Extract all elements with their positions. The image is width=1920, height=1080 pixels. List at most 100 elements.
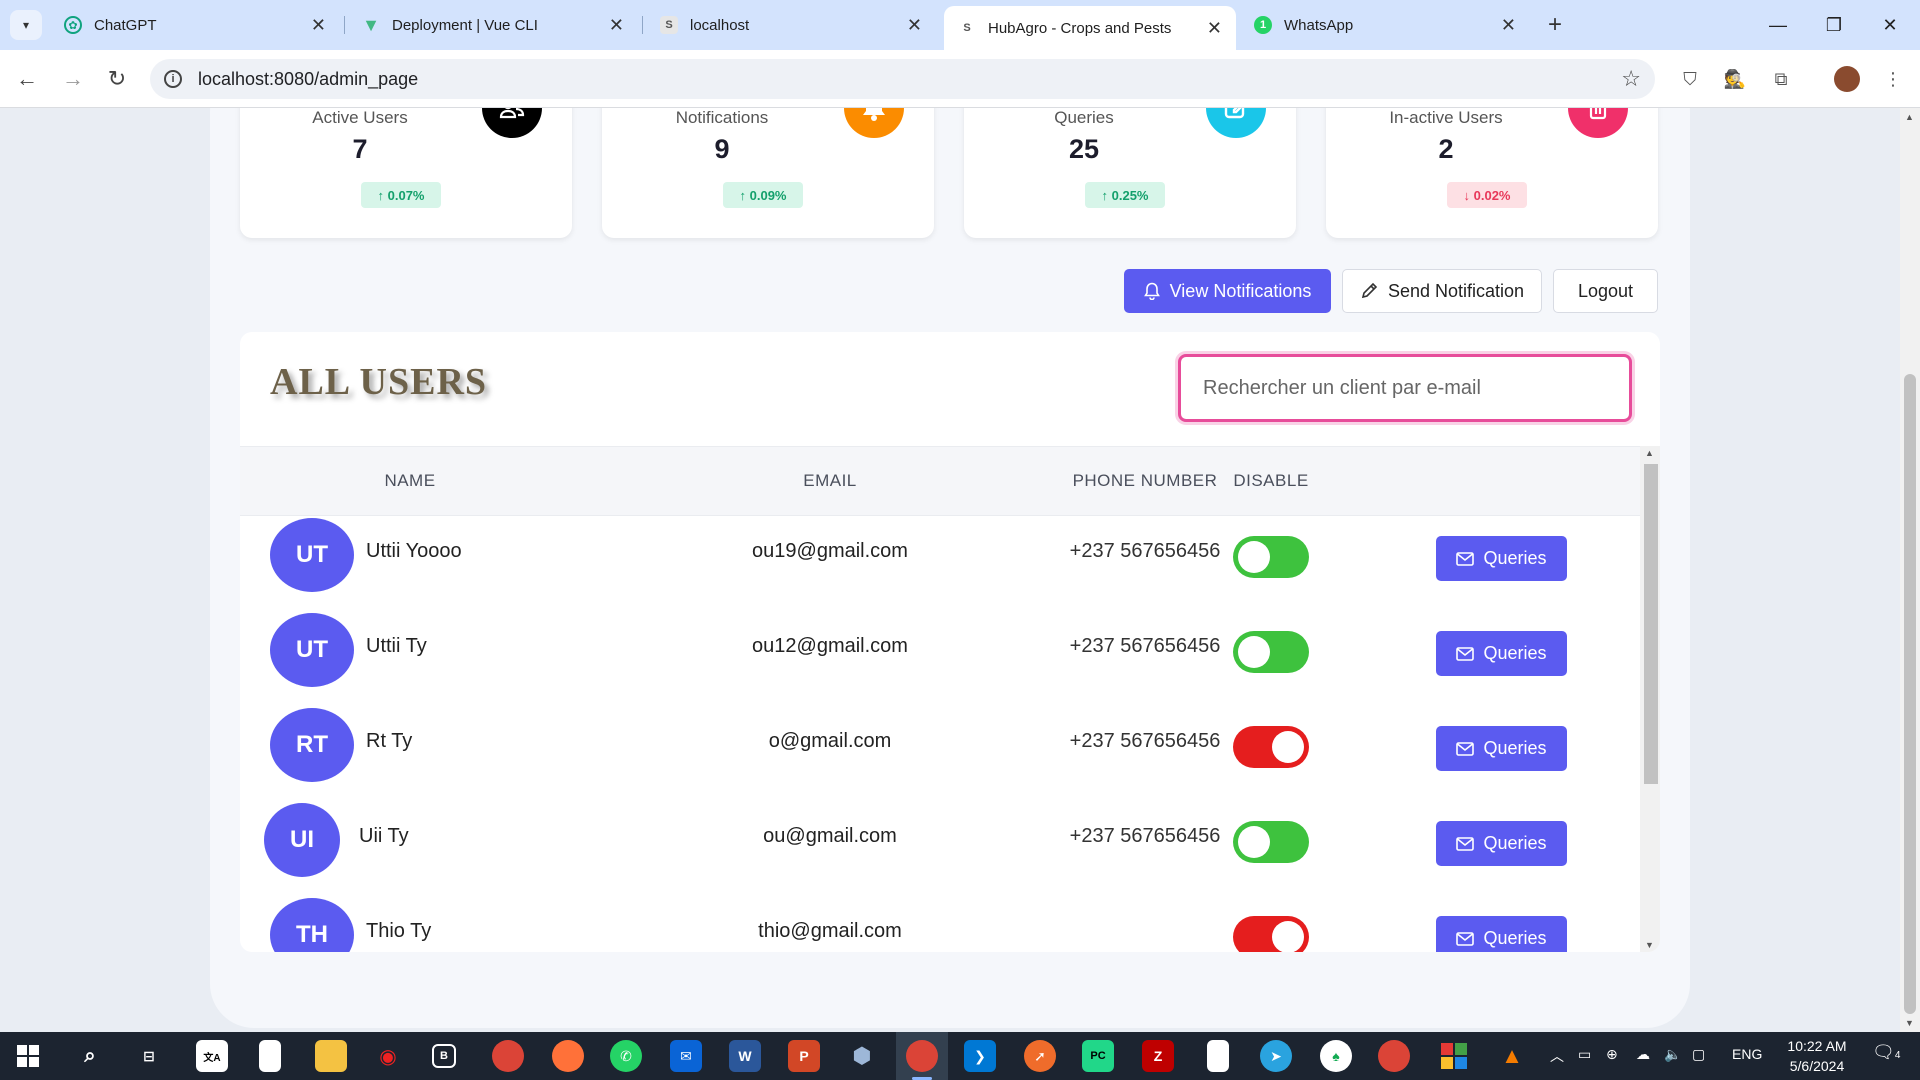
minimize-button[interactable]: — <box>1758 10 1798 40</box>
tab-vue-cli[interactable]: ▼ Deployment | Vue CLI ✕ <box>348 8 638 42</box>
disable-toggle[interactable] <box>1233 916 1309 952</box>
tab-hubagro[interactable]: S HubAgro - Crops and Pests ✕ <box>944 6 1236 50</box>
stat-change-value: 0.02% <box>1473 187 1511 203</box>
windows-start-icon[interactable] <box>12 1040 44 1072</box>
bookmark-star-icon[interactable]: ☆ <box>1621 66 1641 92</box>
task-view-icon[interactable]: ⊟ <box>133 1040 165 1072</box>
extensions-puzzle-icon[interactable]: ⧉ <box>1768 66 1794 92</box>
vscode-icon[interactable]: ❯ <box>964 1040 996 1072</box>
calculator-icon[interactable]: B <box>432 1044 456 1068</box>
table-row: UT Uttii Ty ou12@gmail.com +237 56765645… <box>240 611 1640 706</box>
user-name: Uttii Yoooo <box>366 540 462 562</box>
color-grid-app-icon[interactable] <box>1438 1040 1470 1072</box>
stat-change-badge: ↓ 0.02% <box>1447 182 1527 208</box>
screen-recorder-icon[interactable]: ◉ <box>372 1040 404 1072</box>
word-icon[interactable]: W <box>729 1040 761 1072</box>
user-email: o@gmail.com <box>768 730 892 752</box>
queries-button[interactable]: Queries <box>1436 536 1567 581</box>
profile-avatar[interactable] <box>1834 66 1860 92</box>
stat-label: Active Users <box>312 108 408 127</box>
envelope-icon <box>1456 741 1475 756</box>
close-tab-icon[interactable]: ✕ <box>311 15 326 36</box>
disable-toggle[interactable] <box>1233 821 1309 863</box>
logout-button[interactable]: Logout <box>1553 269 1658 313</box>
table-body: UT Uttii Yoooo ou19@gmail.com +237 56765… <box>240 516 1640 952</box>
tab-localhost[interactable]: S localhost ✕ <box>646 8 936 42</box>
language-indicator[interactable]: ENG <box>1732 1046 1762 1062</box>
whatsapp-icon[interactable]: ✆ <box>610 1040 642 1072</box>
chrome-profile-icon[interactable] <box>1378 1040 1410 1072</box>
chrome-icon[interactable] <box>492 1040 524 1072</box>
document-icon[interactable] <box>1207 1040 1229 1072</box>
toggle-knob <box>1238 826 1270 858</box>
search-input[interactable] <box>1178 354 1632 422</box>
firefox-icon[interactable] <box>552 1040 584 1072</box>
send-notification-button[interactable]: Send Notification <box>1342 269 1542 313</box>
address-bar[interactable]: i localhost:8080/admin_page ☆ <box>150 59 1655 99</box>
tab-chatgpt[interactable]: ✿ ChatGPT ✕ <box>50 8 340 42</box>
translate-app-icon[interactable]: 文A <box>196 1040 228 1072</box>
close-tab-icon[interactable]: ✕ <box>907 15 922 36</box>
logout-label: Logout <box>1577 280 1634 301</box>
queries-label: Queries <box>1483 928 1547 948</box>
volume-icon[interactable]: 🔈 <box>1664 1046 1681 1063</box>
file-explorer-icon[interactable] <box>315 1040 347 1072</box>
back-button[interactable]: ← <box>12 64 42 94</box>
powerpoint-icon[interactable]: P <box>788 1040 820 1072</box>
close-tab-icon[interactable]: ✕ <box>609 15 624 36</box>
disable-toggle[interactable] <box>1233 631 1309 673</box>
scroll-down-arrow-icon[interactable]: ▼ <box>1905 1018 1914 1028</box>
mail-icon[interactable]: ✉ <box>670 1040 702 1072</box>
queries-button[interactable]: Queries <box>1436 631 1567 676</box>
system-clock[interactable]: 10:22 AM 5/6/2024 <box>1762 1036 1872 1076</box>
filezilla-icon[interactable]: Z <box>1142 1040 1174 1072</box>
new-tab-button[interactable]: + <box>1540 10 1570 40</box>
reload-button[interactable]: ↻ <box>102 64 132 94</box>
forward-button[interactable]: → <box>58 64 88 94</box>
tab-whatsapp[interactable]: 1 WhatsApp ✕ <box>1240 8 1530 42</box>
scroll-down-arrow-icon[interactable]: ▼ <box>1645 940 1654 950</box>
site-info-icon[interactable]: i <box>164 70 182 88</box>
close-tab-icon[interactable]: ✕ <box>1501 15 1516 36</box>
user-name: Uttii Ty <box>366 635 427 657</box>
windows-taskbar: ⌕ ⊟ 文A ◉ B ✆ ✉ W P ⬢ ❯ ➚ PC Z ➤ ♠ ▲ ︿ ▭ … <box>0 1032 1920 1080</box>
queries-label: Queries <box>1483 833 1547 853</box>
tab-search-button[interactable]: ▾ <box>10 10 42 40</box>
notification-center-icon[interactable]: 🗨4 <box>1872 1042 1900 1063</box>
browser-menu-icon[interactable]: ⋮ <box>1880 66 1906 92</box>
stat-label: Notifications <box>675 108 769 127</box>
disable-toggle[interactable] <box>1233 536 1309 578</box>
telegram-icon[interactable]: ➤ <box>1260 1040 1292 1072</box>
scroll-up-arrow-icon[interactable]: ▲ <box>1645 448 1654 458</box>
table-scrollbar-thumb[interactable] <box>1644 464 1658 784</box>
queries-button[interactable]: Queries <box>1436 726 1567 771</box>
spy-extension-icon[interactable]: 🕵 <box>1722 66 1748 92</box>
mongodb-icon[interactable]: ♠ <box>1320 1040 1352 1072</box>
notepad-icon[interactable] <box>259 1040 281 1072</box>
view-notifications-button[interactable]: View Notifications <box>1124 269 1331 313</box>
queries-button[interactable]: Queries <box>1436 916 1567 952</box>
clock-date: 5/6/2024 <box>1789 1058 1845 1074</box>
page-scrollbar[interactable]: ▲ ▼ <box>1900 108 1920 1032</box>
close-tab-icon[interactable]: ✕ <box>1207 18 1222 39</box>
shield-extension-icon[interactable]: ⛉ <box>1677 66 1703 92</box>
pycharm-icon[interactable]: PC <box>1082 1040 1114 1072</box>
network-icon[interactable]: ⊕ <box>1606 1046 1618 1063</box>
queries-button[interactable]: Queries <box>1436 821 1567 866</box>
scroll-up-arrow-icon[interactable]: ▲ <box>1905 112 1914 122</box>
virtualbox-icon[interactable]: ⬢ <box>846 1040 878 1072</box>
restore-button[interactable]: ❐ <box>1814 10 1854 40</box>
close-window-button[interactable]: ✕ <box>1870 10 1910 40</box>
page-scrollbar-thumb[interactable] <box>1904 374 1916 1014</box>
postman-icon[interactable]: ➚ <box>1024 1040 1056 1072</box>
disable-toggle[interactable] <box>1233 726 1309 768</box>
table-scrollbar[interactable]: ▲ ▼ <box>1640 446 1660 952</box>
tray-chevron-icon[interactable]: ︿ <box>1550 1046 1564 1066</box>
stat-label: In-active Users <box>1389 108 1503 127</box>
browser-toolbar: ← → ↻ i localhost:8080/admin_page ☆ ⛉ 🕵 … <box>0 50 1920 108</box>
vlc-icon[interactable]: ▲ <box>1496 1040 1528 1072</box>
avatar: TH <box>270 898 354 952</box>
search-icon[interactable]: ⌕ <box>74 1040 106 1072</box>
toggle-knob <box>1272 921 1304 952</box>
chrome-active-icon[interactable] <box>906 1040 938 1072</box>
